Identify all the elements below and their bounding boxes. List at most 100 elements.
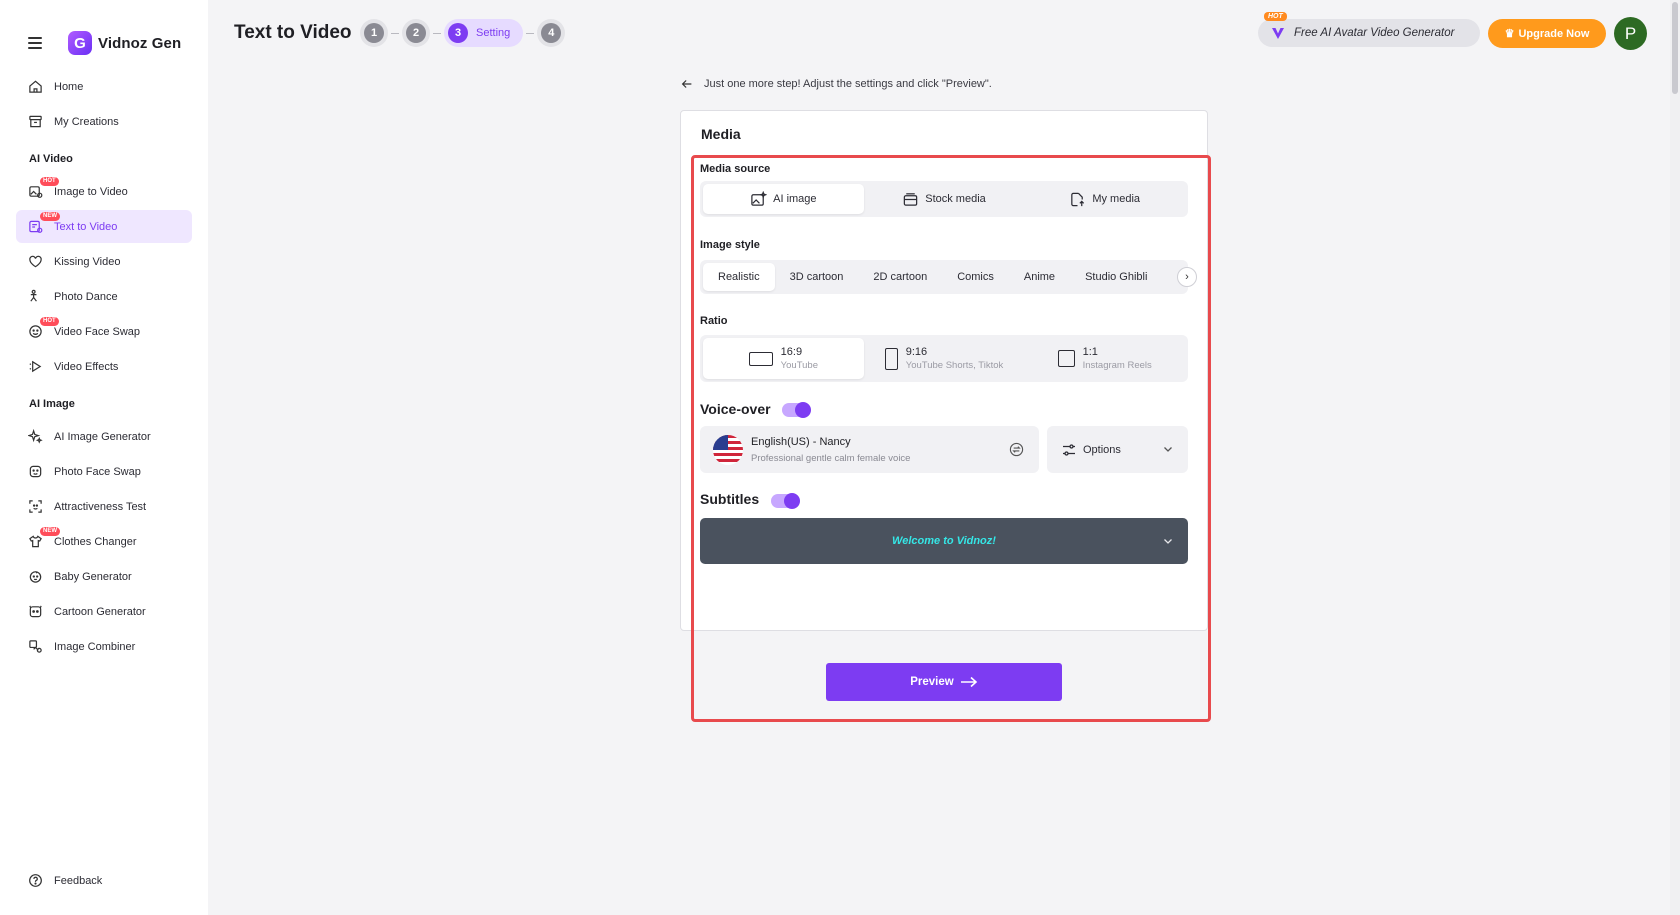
scrollbar-thumb[interactable]: [1672, 2, 1678, 94]
page-title: Text to Video: [234, 22, 352, 43]
feedback-label: Feedback: [54, 874, 103, 887]
sidebar-item-photo-face-swap[interactable]: Photo Face Swap: [16, 455, 192, 488]
style-option-comics[interactable]: Comics: [942, 263, 1009, 291]
voice-options-dropdown[interactable]: Options: [1047, 426, 1188, 473]
face-swap-icon: [28, 324, 43, 339]
step-3-setting[interactable]: 3 Setting: [444, 19, 524, 47]
sidebar-item-text-to-video[interactable]: NEW Text to Video: [16, 210, 192, 243]
sidebar-item-video-effects[interactable]: Video Effects: [16, 350, 192, 383]
arrow-left-icon[interactable]: [680, 77, 694, 91]
sidebar-item-video-face-swap[interactable]: HOT Video Face Swap: [16, 315, 192, 348]
style-option-studio-ghibli[interactable]: Studio Ghibli: [1070, 263, 1162, 291]
step-indicator: 1 2 3 Setting 4: [360, 19, 566, 47]
sliders-icon: [1063, 443, 1075, 456]
preview-label: Preview: [910, 676, 954, 688]
hamburger-menu-icon[interactable]: [28, 36, 46, 50]
ratio-sub: YouTube: [780, 360, 818, 371]
ratio-text: 9:16 YouTube Shorts, Tiktok: [906, 346, 1004, 371]
avatar-generator-promo-button[interactable]: HOT Free AI Avatar Video Generator: [1258, 12, 1480, 47]
sidebar-item-my-creations[interactable]: My Creations: [16, 105, 192, 138]
page-scrollbar[interactable]: [1670, 0, 1680, 915]
step-1[interactable]: 1: [360, 19, 388, 47]
step-number: 1: [364, 23, 384, 43]
vidnoz-logo-icon[interactable]: G: [68, 31, 92, 55]
step-number: 3: [448, 23, 468, 43]
voice-name: English(US) - Nancy: [751, 436, 851, 448]
voice-over-label: Voice-over: [700, 401, 771, 417]
top-header: Text to Video 1 2 3 Setting 4 HOT Free AI…: [208, 0, 1670, 66]
user-avatar[interactable]: P: [1614, 17, 1647, 50]
voice-over-toggle[interactable]: [782, 402, 811, 418]
style-option-2d-cartoon[interactable]: 2D cartoon: [858, 263, 942, 291]
step-label: Setting: [476, 27, 511, 39]
new-badge: NEW: [40, 212, 60, 221]
hot-badge: HOT: [40, 317, 59, 326]
subtitles-label: Subtitles: [700, 491, 760, 507]
card-title: Media: [701, 126, 741, 142]
sidebar-item-cartoon-generator[interactable]: Cartoon Generator: [16, 595, 192, 628]
baby-icon: [28, 569, 43, 584]
portrait-ratio-icon: [884, 347, 898, 370]
swap-voice-icon[interactable]: [1009, 442, 1024, 457]
sidebar-item-feedback[interactable]: Feedback: [28, 873, 102, 888]
upgrade-now-button[interactable]: ♛ Upgrade Now: [1488, 19, 1606, 48]
sidebar-item-label: Cartoon Generator: [54, 605, 146, 618]
brand-name[interactable]: Vidnoz Gen: [98, 35, 181, 52]
effects-icon: [28, 359, 43, 374]
sidebar-item-label: Image to Video: [54, 185, 128, 198]
ai-image-icon: [751, 190, 768, 206]
ratio-sub: Instagram Reels: [1082, 360, 1152, 371]
step-2[interactable]: 2: [402, 19, 430, 47]
subtitles-toggle[interactable]: [771, 493, 800, 509]
ratio-option-9-16[interactable]: 9:16 YouTube Shorts, Tiktok: [864, 338, 1025, 379]
kissing-icon: [28, 254, 43, 269]
sidebar-item-label: AI Image Generator: [54, 430, 151, 443]
options-label: Options: [1083, 443, 1121, 456]
image-style-label: Image style: [700, 239, 760, 251]
media-option-label: AI image: [773, 193, 817, 205]
sidebar-item-kissing-video[interactable]: Kissing Video: [16, 245, 192, 278]
ratio-selector: 16:9 YouTube 9:16 YouTube Shorts, Tiktok…: [700, 335, 1188, 382]
help-circle-icon: [28, 873, 43, 888]
sparkle-icon: [28, 429, 43, 444]
style-scroll-next-button[interactable]: ›: [1177, 267, 1197, 287]
sidebar-item-label: Home: [54, 80, 84, 93]
media-option-stock-media[interactable]: Stock media: [864, 184, 1025, 214]
sidebar-item-ai-image-generator[interactable]: AI Image Generator: [16, 420, 192, 453]
preview-button[interactable]: Preview: [826, 663, 1062, 701]
ratio-option-1-1[interactable]: 1:1 Instagram Reels: [1024, 338, 1185, 379]
sidebar-item-attractiveness-test[interactable]: Attractiveness Test: [16, 490, 192, 523]
media-option-my-media[interactable]: My media: [1024, 184, 1185, 214]
sidebar-item-clothes-changer[interactable]: NEW Clothes Changer: [16, 525, 192, 558]
style-option-3d-cartoon[interactable]: 3D cartoon: [775, 263, 859, 291]
media-source-label: Media source: [700, 163, 771, 175]
voice-selector[interactable]: English(US) - Nancy Professional gentle …: [700, 426, 1039, 473]
subtitle-sample-text: Welcome to Vidnoz!: [892, 535, 996, 547]
scan-face-icon: [28, 499, 43, 514]
chevron-right-icon: ›: [1185, 271, 1189, 283]
sidebar-item-label: Attractiveness Test: [54, 500, 147, 513]
sidebar-item-home[interactable]: Home: [16, 70, 192, 103]
ratio-value: 9:16: [905, 346, 928, 358]
media-source-selector: AI image Stock media My media: [700, 181, 1188, 217]
media-option-label: Stock media: [925, 193, 986, 205]
sidebar-item-label: Clothes Changer: [54, 535, 137, 548]
sidebar-item-image-combiner[interactable]: Image Combiner: [16, 630, 192, 663]
sidebar-item-label: Baby Generator: [54, 570, 132, 583]
step-4[interactable]: 4: [537, 19, 566, 47]
chevron-down-icon: [1164, 539, 1172, 544]
sidebar-item-baby-generator[interactable]: Baby Generator: [16, 560, 192, 593]
square-ratio-icon: [1057, 350, 1075, 367]
ratio-text: 1:1 Instagram Reels: [1083, 346, 1152, 371]
style-option-anime[interactable]: Anime: [1009, 263, 1070, 291]
style-option-realistic[interactable]: Realistic: [703, 263, 775, 291]
ratio-value: 1:1: [1082, 346, 1098, 358]
subtitle-style-dropdown[interactable]: Welcome to Vidnoz!: [700, 518, 1188, 564]
sidebar: G Vidnoz Gen Home My Creations AI Video …: [0, 0, 208, 915]
step-separator: [391, 32, 399, 34]
ratio-option-16-9[interactable]: 16:9 YouTube: [703, 338, 864, 379]
upgrade-label: Upgrade Now: [1518, 27, 1590, 40]
sidebar-item-photo-dance[interactable]: Photo Dance: [16, 280, 192, 313]
media-option-ai-image[interactable]: AI image: [703, 184, 864, 214]
sidebar-item-image-to-video[interactable]: HOT Image to Video: [16, 175, 192, 208]
